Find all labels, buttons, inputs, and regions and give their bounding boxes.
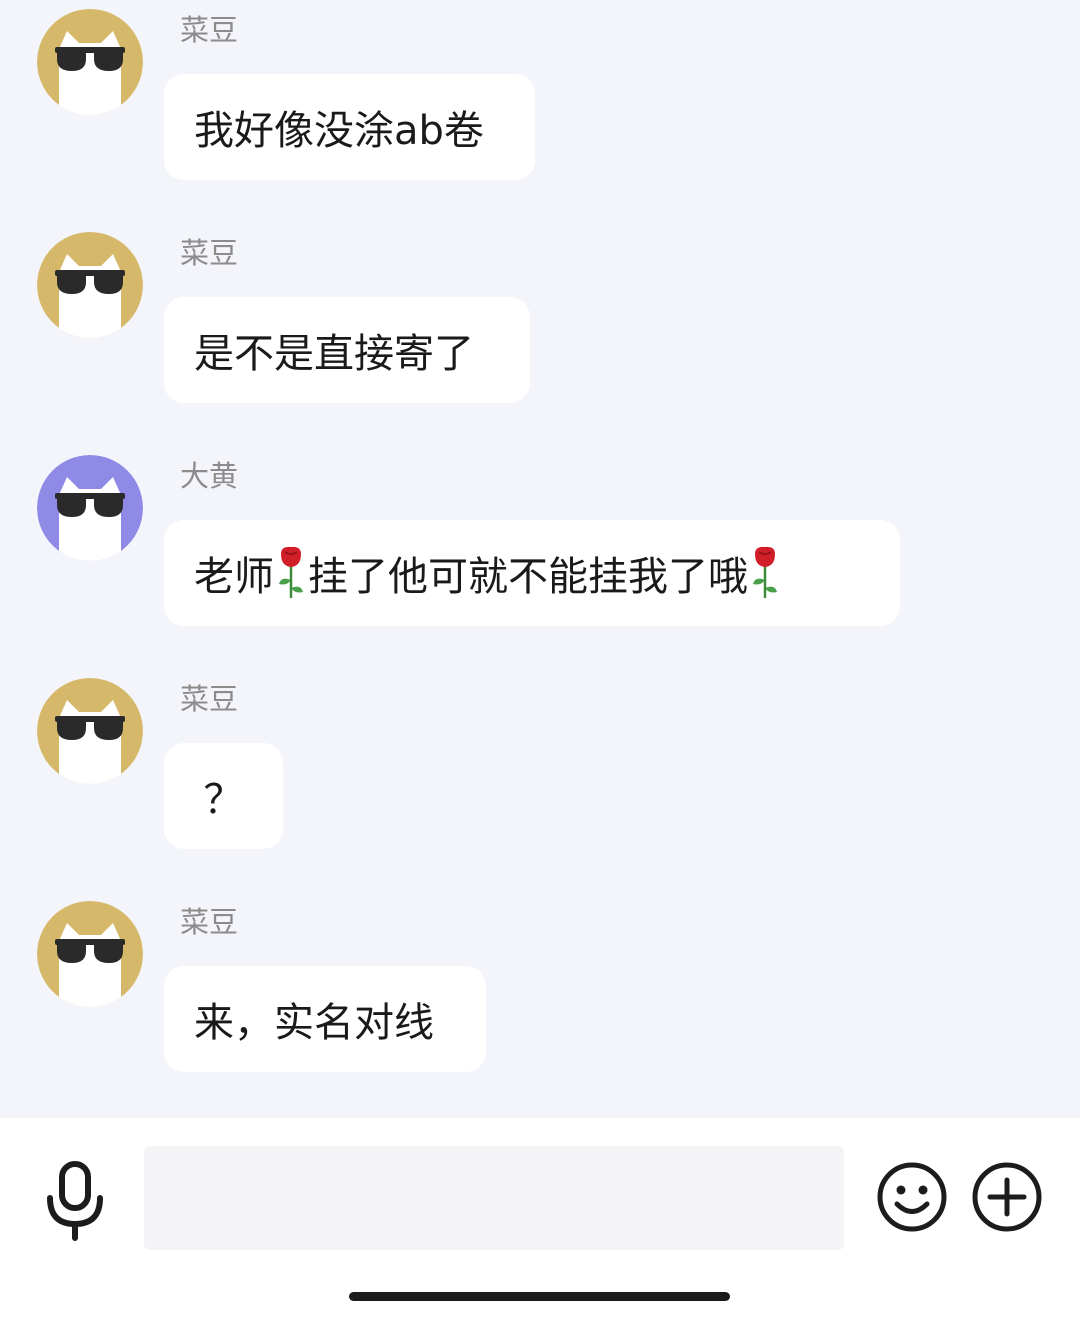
input-bar xyxy=(0,1118,1080,1318)
sender-name: 菜豆 xyxy=(180,682,239,716)
emoji-icon[interactable] xyxy=(876,1161,948,1233)
message-text: 是不是直接寄了 xyxy=(194,331,474,377)
rose-icon xyxy=(753,546,777,598)
sunglasses-cat-icon xyxy=(37,455,143,561)
sunglasses-cat-icon xyxy=(37,232,143,338)
avatar[interactable] xyxy=(37,678,143,784)
plus-icon[interactable] xyxy=(971,1161,1043,1233)
message-text: 老师 xyxy=(194,554,274,600)
message-text: 挂了他可就不能挂我了哦 xyxy=(308,554,748,600)
avatar[interactable] xyxy=(37,232,143,338)
sunglasses-cat-icon xyxy=(37,9,143,115)
chat-message-list[interactable]: 菜豆 我好像没涂ab卷 菜豆 是不是直接寄了 大黄 老师 挂了他可就不能挂我了哦… xyxy=(0,0,1080,1118)
avatar[interactable] xyxy=(37,9,143,115)
avatar[interactable] xyxy=(37,455,143,561)
sender-name: 菜豆 xyxy=(180,13,239,47)
message-bubble[interactable]: 是不是直接寄了 xyxy=(164,297,530,403)
message-text: ？ xyxy=(203,777,244,823)
message-bubble[interactable]: 我好像没涂ab卷 xyxy=(164,74,535,180)
sender-name: 菜豆 xyxy=(180,236,239,270)
avatar[interactable] xyxy=(37,901,143,1007)
message-bubble[interactable]: ？ xyxy=(164,743,283,849)
message-text: 我好像没涂ab卷 xyxy=(194,108,484,154)
sunglasses-cat-icon xyxy=(37,678,143,784)
sender-name: 菜豆 xyxy=(180,905,239,939)
message-input[interactable] xyxy=(144,1146,844,1250)
sender-name: 大黄 xyxy=(180,459,239,493)
microphone-icon[interactable] xyxy=(40,1160,110,1242)
home-indicator[interactable] xyxy=(349,1292,730,1301)
message-bubble[interactable]: 老师 挂了他可就不能挂我了哦 xyxy=(164,520,900,626)
message-text: 来，实名对线 xyxy=(194,1000,434,1046)
message-bubble[interactable]: 来，实名对线 xyxy=(164,966,486,1072)
sunglasses-cat-icon xyxy=(37,901,143,1007)
rose-icon xyxy=(279,546,303,598)
